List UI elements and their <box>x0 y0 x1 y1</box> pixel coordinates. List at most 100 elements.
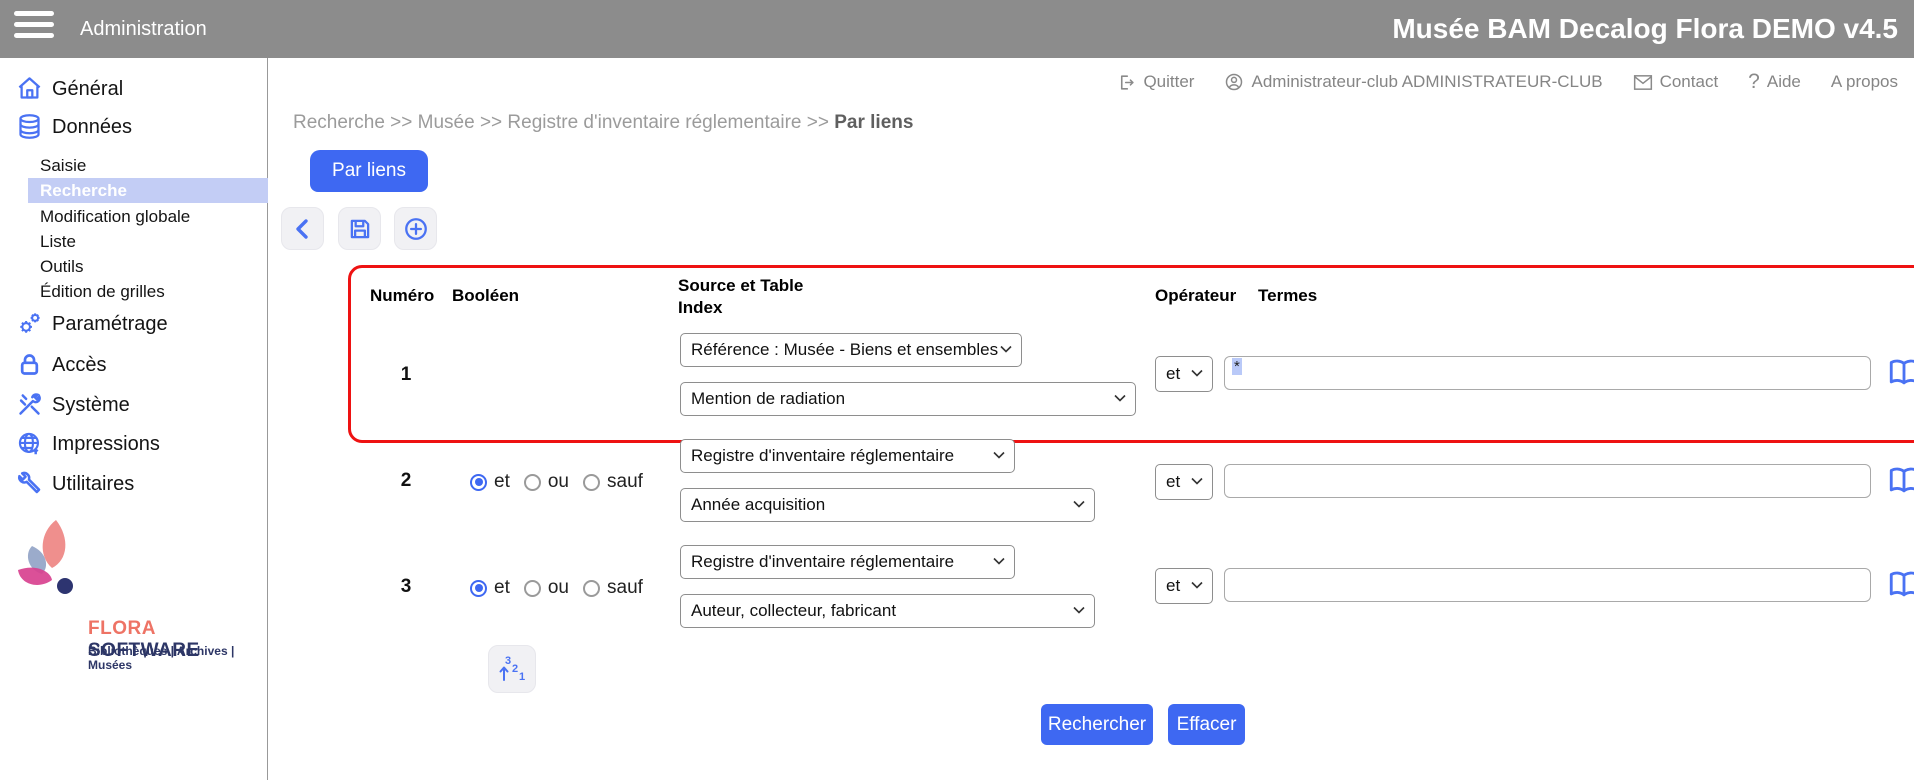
boolean-radio-group-row2: et ou sauf <box>470 471 643 493</box>
svg-text:2: 2 <box>512 663 518 675</box>
sort-321-icon: 3 2 1 <box>495 652 529 686</box>
chevron-down-icon <box>1073 606 1085 614</box>
tab-par-liens[interactable]: Par liens <box>310 150 428 192</box>
home-icon <box>16 75 43 102</box>
sidebar-item-recherche[interactable]: Recherche <box>40 178 127 203</box>
operator-select-row2[interactable]: et <box>1155 464 1213 500</box>
svg-text:1: 1 <box>519 671 525 683</box>
rechercher-button[interactable]: Rechercher <box>1041 704 1153 745</box>
sidebar-item-donnees[interactable]: Données <box>0 110 268 144</box>
sidebar-item-liste[interactable]: Liste <box>40 229 76 254</box>
chevron-down-icon <box>1114 394 1126 402</box>
radio-option-ou[interactable]: ou <box>524 471 569 493</box>
radio-option-et[interactable]: et <box>470 471 510 493</box>
row-number: 1 <box>393 364 419 386</box>
globe-upload-icon <box>16 430 43 457</box>
index-select-row1[interactable]: Mention de radiation <box>680 382 1136 416</box>
administration-page: Administration Musée BAM Decalog Flora D… <box>0 0 1914 780</box>
radio-option-sauf[interactable]: sauf <box>583 471 643 493</box>
sidebar-item-edition-grilles[interactable]: Édition de grilles <box>40 279 165 304</box>
operator-select-row1[interactable]: et <box>1155 356 1213 392</box>
sidebar-item-systeme[interactable]: Système <box>0 388 268 422</box>
column-header-numero: Numéro <box>370 286 434 306</box>
sidebar-item-parametrage[interactable]: Paramétrage <box>0 307 268 341</box>
add-criterion-button[interactable] <box>394 207 437 250</box>
index-browse-book-icon-row2[interactable] <box>1887 463 1914 497</box>
logout-icon <box>1117 73 1136 92</box>
radio-et[interactable] <box>470 580 487 597</box>
source-select-row1[interactable]: Référence : Musée - Biens et ensembles <box>680 333 1022 367</box>
flora-tagline: Bibliothèques | Archives | Musées <box>88 644 267 672</box>
back-button[interactable] <box>281 207 324 250</box>
column-header-termes: Termes <box>1258 286 1317 306</box>
effacer-button[interactable]: Effacer <box>1168 704 1245 745</box>
breadcrumb-current: Par liens <box>834 112 913 133</box>
column-header-booleen: Booléen <box>452 286 519 306</box>
sidebar-item-outils[interactable]: Outils <box>40 254 83 279</box>
hamburger-menu-icon[interactable] <box>14 11 54 47</box>
window-title: Musée BAM Decalog Flora DEMO v4.5 <box>1392 0 1898 58</box>
contact-link[interactable]: Contact <box>1633 72 1719 92</box>
boolean-radio-group-row3: et ou sauf <box>470 577 643 599</box>
termes-input-row3[interactable] <box>1224 568 1871 602</box>
termes-input-row2[interactable] <box>1224 464 1871 498</box>
top-bar: Administration Musée BAM Decalog Flora D… <box>0 0 1914 58</box>
envelope-icon <box>1633 74 1653 91</box>
highlighted-row-box <box>348 265 1914 443</box>
radio-ou[interactable] <box>524 580 541 597</box>
chevron-down-icon <box>1191 581 1203 589</box>
column-header-source: Source et Table <box>678 276 803 296</box>
radio-sauf[interactable] <box>583 474 600 491</box>
save-icon <box>347 216 373 242</box>
termes-input-row1[interactable]: * <box>1224 356 1871 390</box>
sidebar-item-general[interactable]: Général <box>0 72 268 106</box>
row-number: 2 <box>393 470 419 492</box>
radio-option-sauf[interactable]: sauf <box>583 577 643 599</box>
quitter-link[interactable]: Quitter <box>1117 72 1194 92</box>
radio-sauf[interactable] <box>583 580 600 597</box>
gears-icon <box>16 310 43 337</box>
index-select-row2[interactable]: Année acquisition <box>680 488 1095 522</box>
sidebar-item-modification-globale[interactable]: Modification globale <box>40 204 190 229</box>
chevron-down-icon <box>1000 345 1012 353</box>
question-mark-icon: ? <box>1748 70 1760 94</box>
radio-ou[interactable] <box>524 474 541 491</box>
save-button[interactable] <box>338 207 381 250</box>
chevron-down-icon <box>993 451 1005 459</box>
row-number: 3 <box>393 576 419 598</box>
chevron-left-icon <box>291 217 315 241</box>
chevron-down-icon <box>1191 477 1203 485</box>
sidebar-item-saisie[interactable]: Saisie <box>40 153 86 178</box>
sidebar-item-impressions[interactable]: Impressions <box>0 427 268 461</box>
user-account-link[interactable]: Administrateur-club ADMINISTRATEUR-CLUB <box>1224 72 1602 92</box>
wrench-icon <box>16 470 43 497</box>
lock-icon <box>16 351 43 378</box>
plus-circle-icon <box>403 216 429 242</box>
column-header-operateur: Opérateur <box>1155 286 1236 306</box>
breadcrumb: Recherche >> Musée >> Registre d'inventa… <box>293 112 913 134</box>
sort-criteria-button[interactable]: 3 2 1 <box>488 645 536 693</box>
sidebar-item-recherche-selected[interactable]: Recherche <box>28 178 268 203</box>
app-title: Administration <box>80 0 207 58</box>
sidebar: Général Données Saisie Recherche Modific… <box>0 58 268 780</box>
source-select-row2[interactable]: Registre d'inventaire réglementaire <box>680 439 1015 473</box>
index-browse-book-icon-row1[interactable] <box>1887 355 1914 389</box>
apropos-link[interactable]: A propos <box>1831 72 1898 92</box>
database-icon <box>16 113 43 140</box>
chevron-down-icon <box>993 557 1005 565</box>
quick-links-bar: Quitter Administrateur-club ADMINISTRATE… <box>1117 70 1898 94</box>
index-select-row3[interactable]: Auteur, collecteur, fabricant <box>680 594 1095 628</box>
radio-option-et[interactable]: et <box>470 577 510 599</box>
selected-text: * <box>1232 358 1242 375</box>
radio-et[interactable] <box>470 474 487 491</box>
radio-option-ou[interactable]: ou <box>524 577 569 599</box>
source-select-row3[interactable]: Registre d'inventaire réglementaire <box>680 545 1015 579</box>
user-icon <box>1224 72 1244 92</box>
index-browse-book-icon-row3[interactable] <box>1887 567 1914 601</box>
sidebar-item-utilitaires[interactable]: Utilitaires <box>0 467 268 501</box>
operator-select-row3[interactable]: et <box>1155 568 1213 604</box>
tools-icon <box>16 391 43 418</box>
aide-link[interactable]: ? Aide <box>1748 70 1801 94</box>
sidebar-item-acces[interactable]: Accès <box>0 348 268 382</box>
flora-logo-flower <box>8 508 86 608</box>
